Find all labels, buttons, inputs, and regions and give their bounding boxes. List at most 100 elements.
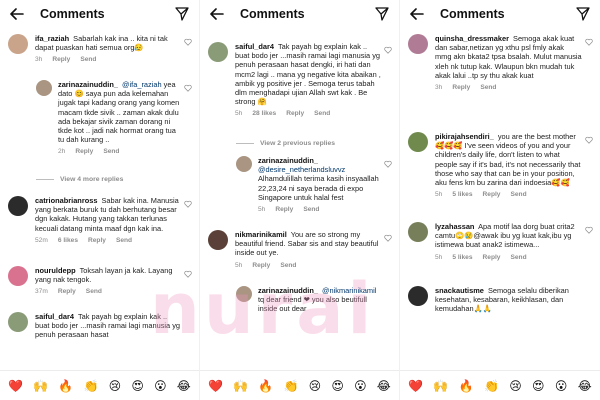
emoji-clapping[interactable]: 👏 (284, 379, 299, 393)
share-send-icon[interactable] (173, 5, 191, 23)
send-button[interactable]: Send (86, 287, 102, 296)
emoji-crying[interactable]: 😢 (509, 379, 522, 393)
emoji-fire[interactable]: 🔥 (258, 379, 273, 393)
share-send-icon[interactable] (373, 5, 391, 23)
like-heart-icon[interactable] (384, 160, 392, 168)
like-heart-icon[interactable] (585, 136, 593, 144)
like-heart-icon[interactable] (384, 46, 392, 54)
likes-count[interactable]: 28 likes (252, 109, 276, 118)
username[interactable]: zarinazainuddin_ (58, 80, 118, 89)
username[interactable]: lyzahassan (435, 222, 474, 231)
emoji-fire[interactable]: 🔥 (58, 379, 73, 393)
emoji-clapping[interactable]: 👏 (84, 379, 99, 393)
emoji-laughing[interactable]: 😂 (578, 379, 592, 393)
comments-panel-1: Comments ifa_raziah Sabarlah kak ina .. … (0, 0, 200, 400)
avatar[interactable] (8, 312, 28, 332)
likes-count[interactable]: 5 likes (452, 190, 472, 199)
username[interactable]: nouruldepp (35, 266, 76, 275)
avatar[interactable] (36, 80, 52, 96)
emoji-raising-hands[interactable]: 🙌 (33, 379, 48, 393)
username[interactable]: quinsha_dressmaker (435, 34, 509, 43)
back-arrow-icon[interactable] (8, 5, 26, 23)
likes-count[interactable]: 5 likes (452, 253, 472, 262)
emoji-crying[interactable]: 😢 (109, 379, 122, 393)
username[interactable]: ifa_raziah (35, 34, 69, 43)
emoji-laughing[interactable]: 😂 (177, 379, 191, 393)
emoji-crying[interactable]: 😢 (309, 379, 322, 393)
reply-item: zarinazainuddin_ @ifa_raziah yea dato 😊 … (36, 80, 181, 157)
view-more-replies[interactable]: View 4 more replies (36, 176, 123, 183)
mention-link[interactable]: @ifa_raziah (122, 80, 162, 89)
send-button[interactable]: Send (510, 253, 526, 262)
emoji-heart-eyes[interactable]: 😍 (131, 379, 144, 393)
avatar[interactable] (236, 286, 252, 302)
emoji-surprised[interactable]: 😮 (154, 379, 167, 393)
like-heart-icon[interactable] (585, 38, 593, 46)
username[interactable]: saiful_dar4 (35, 312, 74, 321)
emoji-clapping[interactable]: 👏 (484, 379, 499, 393)
emoji-surprised[interactable]: 😮 (555, 379, 568, 393)
share-send-icon[interactable] (574, 5, 592, 23)
reply-button[interactable]: Reply (483, 253, 501, 262)
view-replies-label: View 4 more replies (60, 176, 124, 183)
emoji-raising-hands[interactable]: 🙌 (433, 379, 448, 393)
emoji-fire[interactable]: 🔥 (459, 379, 474, 393)
reply-button[interactable]: Reply (88, 236, 106, 245)
back-arrow-icon[interactable] (408, 5, 426, 23)
send-button[interactable]: Send (80, 55, 96, 64)
emoji-red-heart[interactable]: ❤️ (408, 379, 423, 393)
page-title: Comments (240, 7, 305, 21)
like-heart-icon[interactable] (184, 84, 192, 92)
send-button[interactable]: Send (510, 190, 526, 199)
mention-link[interactable]: @nikmarinikamil (322, 286, 376, 295)
emoji-surprised[interactable]: 😮 (354, 379, 367, 393)
avatar[interactable] (408, 132, 428, 152)
username[interactable]: zarinazainuddin_ (258, 156, 318, 165)
emoji-red-heart[interactable]: ❤️ (8, 379, 23, 393)
like-heart-icon[interactable] (585, 226, 593, 234)
like-heart-icon[interactable] (184, 200, 192, 208)
reply-button[interactable]: Reply (483, 190, 501, 199)
send-button[interactable]: Send (303, 205, 319, 214)
reply-button[interactable]: Reply (452, 83, 470, 92)
emoji-heart-eyes[interactable]: 😍 (532, 379, 545, 393)
back-arrow-icon[interactable] (208, 5, 226, 23)
like-heart-icon[interactable] (184, 270, 192, 278)
username[interactable]: pikirajahsendiri_ (435, 132, 494, 141)
send-button[interactable]: Send (280, 261, 296, 270)
send-button[interactable]: Send (480, 83, 496, 92)
avatar[interactable] (8, 196, 28, 216)
mention-link[interactable]: @desire_netherlandsluvvz (258, 165, 345, 174)
username[interactable]: saiful_dar4 (235, 42, 274, 51)
emoji-raising-hands[interactable]: 🙌 (233, 379, 248, 393)
reply-button[interactable]: Reply (286, 109, 304, 118)
avatar[interactable] (8, 266, 28, 286)
send-button[interactable]: Send (116, 236, 132, 245)
avatar[interactable] (408, 34, 428, 54)
username[interactable]: nikmarinikamil (235, 230, 287, 239)
username[interactable]: catrionabrianross (35, 196, 97, 205)
reply-button[interactable]: Reply (52, 55, 70, 64)
likes-count[interactable]: 6 likes (58, 236, 78, 245)
avatar[interactable] (208, 230, 228, 250)
avatar[interactable] (408, 222, 428, 242)
like-heart-icon[interactable] (184, 38, 192, 46)
avatar[interactable] (208, 42, 228, 62)
like-heart-icon[interactable] (384, 234, 392, 242)
avatar[interactable] (408, 286, 428, 306)
view-previous-replies[interactable]: View 2 previous replies (236, 140, 335, 147)
emoji-red-heart[interactable]: ❤️ (208, 379, 223, 393)
avatar[interactable] (8, 34, 28, 54)
send-button[interactable]: Send (314, 109, 330, 118)
username[interactable]: zarinazainuddin_ (258, 286, 318, 295)
username[interactable]: snackautisme (435, 286, 484, 295)
emoji-heart-eyes[interactable]: 😍 (331, 379, 344, 393)
emoji-laughing[interactable]: 😂 (377, 379, 391, 393)
reply-button[interactable]: Reply (75, 147, 93, 156)
reply-button[interactable]: Reply (252, 261, 270, 270)
avatar[interactable] (236, 156, 252, 172)
reply-button[interactable]: Reply (58, 287, 76, 296)
timestamp: 5h (235, 261, 243, 269)
send-button[interactable]: Send (103, 147, 119, 156)
reply-button[interactable]: Reply (275, 205, 293, 214)
